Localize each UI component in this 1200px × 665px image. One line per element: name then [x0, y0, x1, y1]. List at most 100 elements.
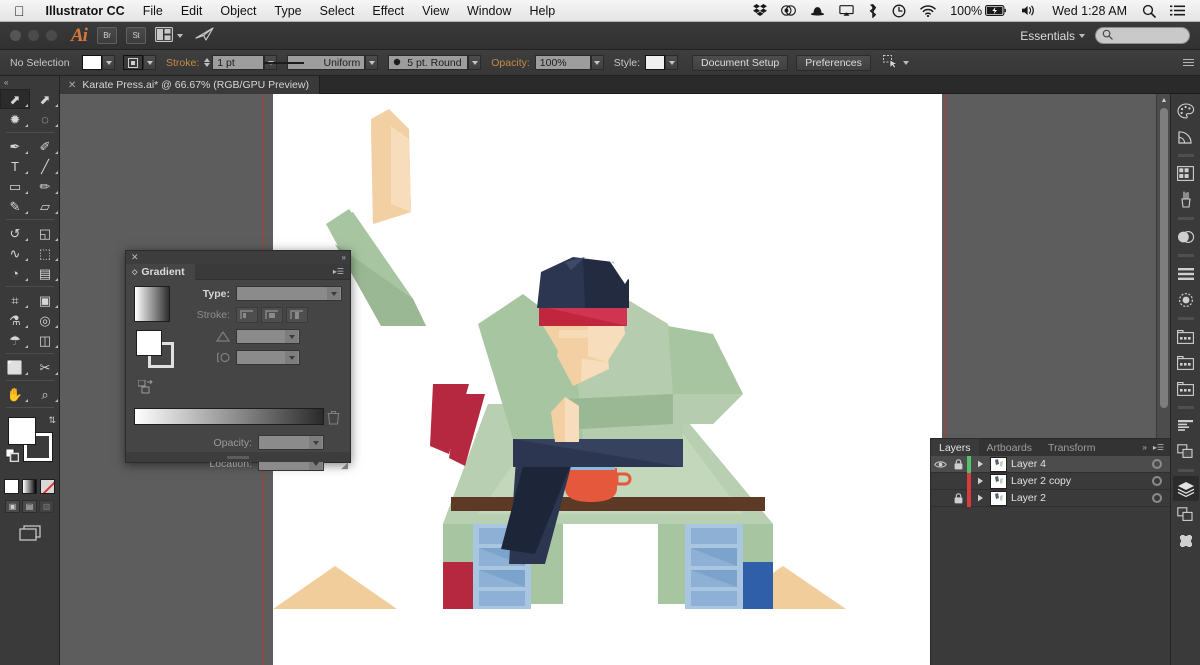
triangle-right-icon[interactable]	[971, 490, 989, 507]
layer-name[interactable]: Layer 4	[1011, 458, 1152, 470]
appearance-panel-icon[interactable]	[1173, 439, 1199, 464]
stroke-color-picker[interactable]	[123, 55, 156, 70]
magic-wand-tool[interactable]: ✹	[0, 109, 30, 129]
line-segment-tool[interactable]: ╱	[30, 156, 60, 176]
target-circle-icon[interactable]	[1152, 459, 1162, 469]
width-tool[interactable]: ∿	[0, 243, 30, 263]
search-adobe-stock-input[interactable]	[1095, 27, 1190, 44]
slice-tool[interactable]: ✂	[30, 357, 60, 377]
stroke-weight-value[interactable]: 1 pt	[212, 55, 265, 70]
image-trace-panel-icon[interactable]	[1173, 528, 1199, 553]
symbols-panel-icon[interactable]	[1173, 502, 1199, 527]
scroll-up-arrow-icon[interactable]: ▲	[1157, 94, 1170, 107]
opacity-value[interactable]: 100%	[534, 55, 591, 70]
document-tab[interactable]: ✕ Karate Press.ai* @ 66.67% (RGB/GPU Pre…	[60, 76, 320, 94]
adobe-stock-button[interactable]: St	[125, 27, 146, 44]
close-window-button[interactable]	[10, 30, 21, 41]
stroke-dropdown-arrow[interactable]	[143, 55, 156, 70]
bluetooth-icon[interactable]	[861, 3, 885, 18]
menu-item-window[interactable]: Window	[458, 0, 520, 22]
swap-fill-stroke-icon[interactable]: ⇅	[48, 415, 56, 426]
character-panel-icon[interactable]	[1173, 413, 1199, 438]
opacity-label[interactable]: Opacity:	[491, 57, 530, 69]
draw-normal-icon[interactable]: ▣	[5, 500, 20, 513]
gradient-type-select[interactable]	[236, 286, 342, 301]
type-tool[interactable]: T	[0, 156, 30, 176]
airplay-icon[interactable]	[832, 4, 861, 17]
panel-menu-icon[interactable]: ▸☰	[1153, 443, 1170, 452]
chevron-down-icon[interactable]	[285, 330, 298, 343]
bowler-hat-icon[interactable]	[803, 4, 832, 17]
tab-artboards[interactable]: Artboards	[979, 439, 1041, 456]
align-panel-icon[interactable]	[1173, 261, 1199, 286]
gradient-aspect-input[interactable]	[236, 350, 300, 365]
behance-publish-icon[interactable]	[195, 26, 215, 45]
stroke-weight-label[interactable]: Stroke:	[166, 57, 199, 69]
scale-tool[interactable]: ◱	[30, 223, 60, 243]
gradient-angle-input[interactable]	[236, 329, 300, 344]
lock-icon[interactable]	[949, 456, 967, 473]
none-mode-icon[interactable]	[40, 479, 55, 494]
window-controls[interactable]	[0, 30, 69, 41]
menu-item-file[interactable]: File	[134, 0, 172, 22]
variable-width-dropdown-arrow[interactable]	[365, 55, 379, 70]
swatches-panel-icon[interactable]	[1173, 161, 1199, 186]
variable-width-profile-control[interactable]: Uniform	[264, 55, 379, 70]
tab-layers[interactable]: Layers	[931, 439, 979, 456]
color-mode-icon[interactable]	[4, 479, 19, 494]
variable-width-profile-value[interactable]: Uniform	[264, 55, 366, 70]
artboards-panel-icon[interactable]	[1173, 324, 1199, 349]
double-chevron-right-icon[interactable]: »	[342, 253, 347, 262]
brushes-panel-icon[interactable]	[1173, 187, 1199, 212]
zoom-window-button[interactable]	[46, 30, 57, 41]
search-input[interactable]	[1116, 30, 1186, 41]
menu-item-object[interactable]: Object	[211, 0, 265, 22]
triangle-right-icon[interactable]	[971, 456, 989, 473]
pathfinder-panel-icon[interactable]	[1173, 287, 1199, 312]
mesh-tool[interactable]: ⌗	[0, 290, 30, 310]
fill-swatch[interactable]	[82, 55, 102, 70]
menu-bar-clock[interactable]: Wed 1:28 AM	[1044, 4, 1135, 18]
opacity-dropdown-arrow[interactable]	[590, 55, 604, 70]
dropbox-icon[interactable]	[746, 4, 774, 17]
preferences-button[interactable]: Preferences	[796, 54, 871, 71]
close-icon[interactable]: ✕	[131, 252, 139, 263]
curvature-tool[interactable]: ✐	[30, 136, 60, 156]
artboard-tool[interactable]: ⬜	[0, 357, 30, 377]
gradient-across-stroke-icon[interactable]	[286, 307, 308, 323]
gradient-panel-menu-button[interactable]: ▸☰	[333, 267, 350, 276]
menu-item-type[interactable]: Type	[266, 0, 311, 22]
creative-cloud-icon[interactable]	[774, 4, 803, 17]
minimize-window-button[interactable]	[28, 30, 39, 41]
pencil-tool[interactable]: ✎	[0, 196, 30, 216]
free-transform-tool[interactable]: ⬚	[30, 243, 60, 263]
color-panel-icon[interactable]	[1173, 98, 1199, 123]
eraser-tool[interactable]: ▱	[30, 196, 60, 216]
gradient-along-stroke-icon[interactable]	[261, 307, 283, 323]
links-panel-icon[interactable]	[1173, 350, 1199, 375]
menu-item-effect[interactable]: Effect	[363, 0, 413, 22]
gradient-panel[interactable]: ✕ » ◇ Gradient ▸☰ Type: Stroke: Opacity:…	[125, 250, 351, 471]
asset-export-panel-icon[interactable]	[1173, 376, 1199, 401]
brush-definition-value[interactable]: 5 pt. Round	[388, 55, 469, 70]
select-similar-objects-button[interactable]	[882, 54, 909, 71]
table-row[interactable]: Layer 2 copy	[931, 472, 1170, 490]
battery-charging-icon[interactable]	[985, 5, 1014, 16]
brush-definition-dropdown-arrow[interactable]	[468, 55, 482, 70]
change-screen-mode-button[interactable]	[0, 525, 59, 544]
document-setup-button[interactable]: Document Setup	[692, 54, 789, 71]
opacity-control[interactable]: 100%	[534, 55, 604, 70]
paintbrush-tool[interactable]: ✏	[30, 176, 60, 196]
direct-selection-tool[interactable]: ⬈	[30, 89, 60, 109]
fill-proxy-swatch[interactable]	[8, 417, 36, 445]
draw-behind-icon[interactable]: ▤	[22, 500, 37, 513]
close-icon[interactable]: ✕	[68, 80, 76, 91]
stroke-swatch[interactable]	[123, 55, 143, 70]
menu-item-edit[interactable]: Edit	[172, 0, 212, 22]
go-to-bridge-button[interactable]: Br	[96, 27, 117, 44]
volume-icon[interactable]	[1014, 4, 1044, 17]
apple-menu-icon[interactable]: 	[0, 4, 37, 18]
table-row[interactable]: Layer 2	[931, 489, 1170, 507]
triangle-right-icon[interactable]	[971, 473, 989, 490]
layers-panel[interactable]: Layers Artboards Transform » ▸☰ Layer 4L…	[930, 438, 1170, 665]
